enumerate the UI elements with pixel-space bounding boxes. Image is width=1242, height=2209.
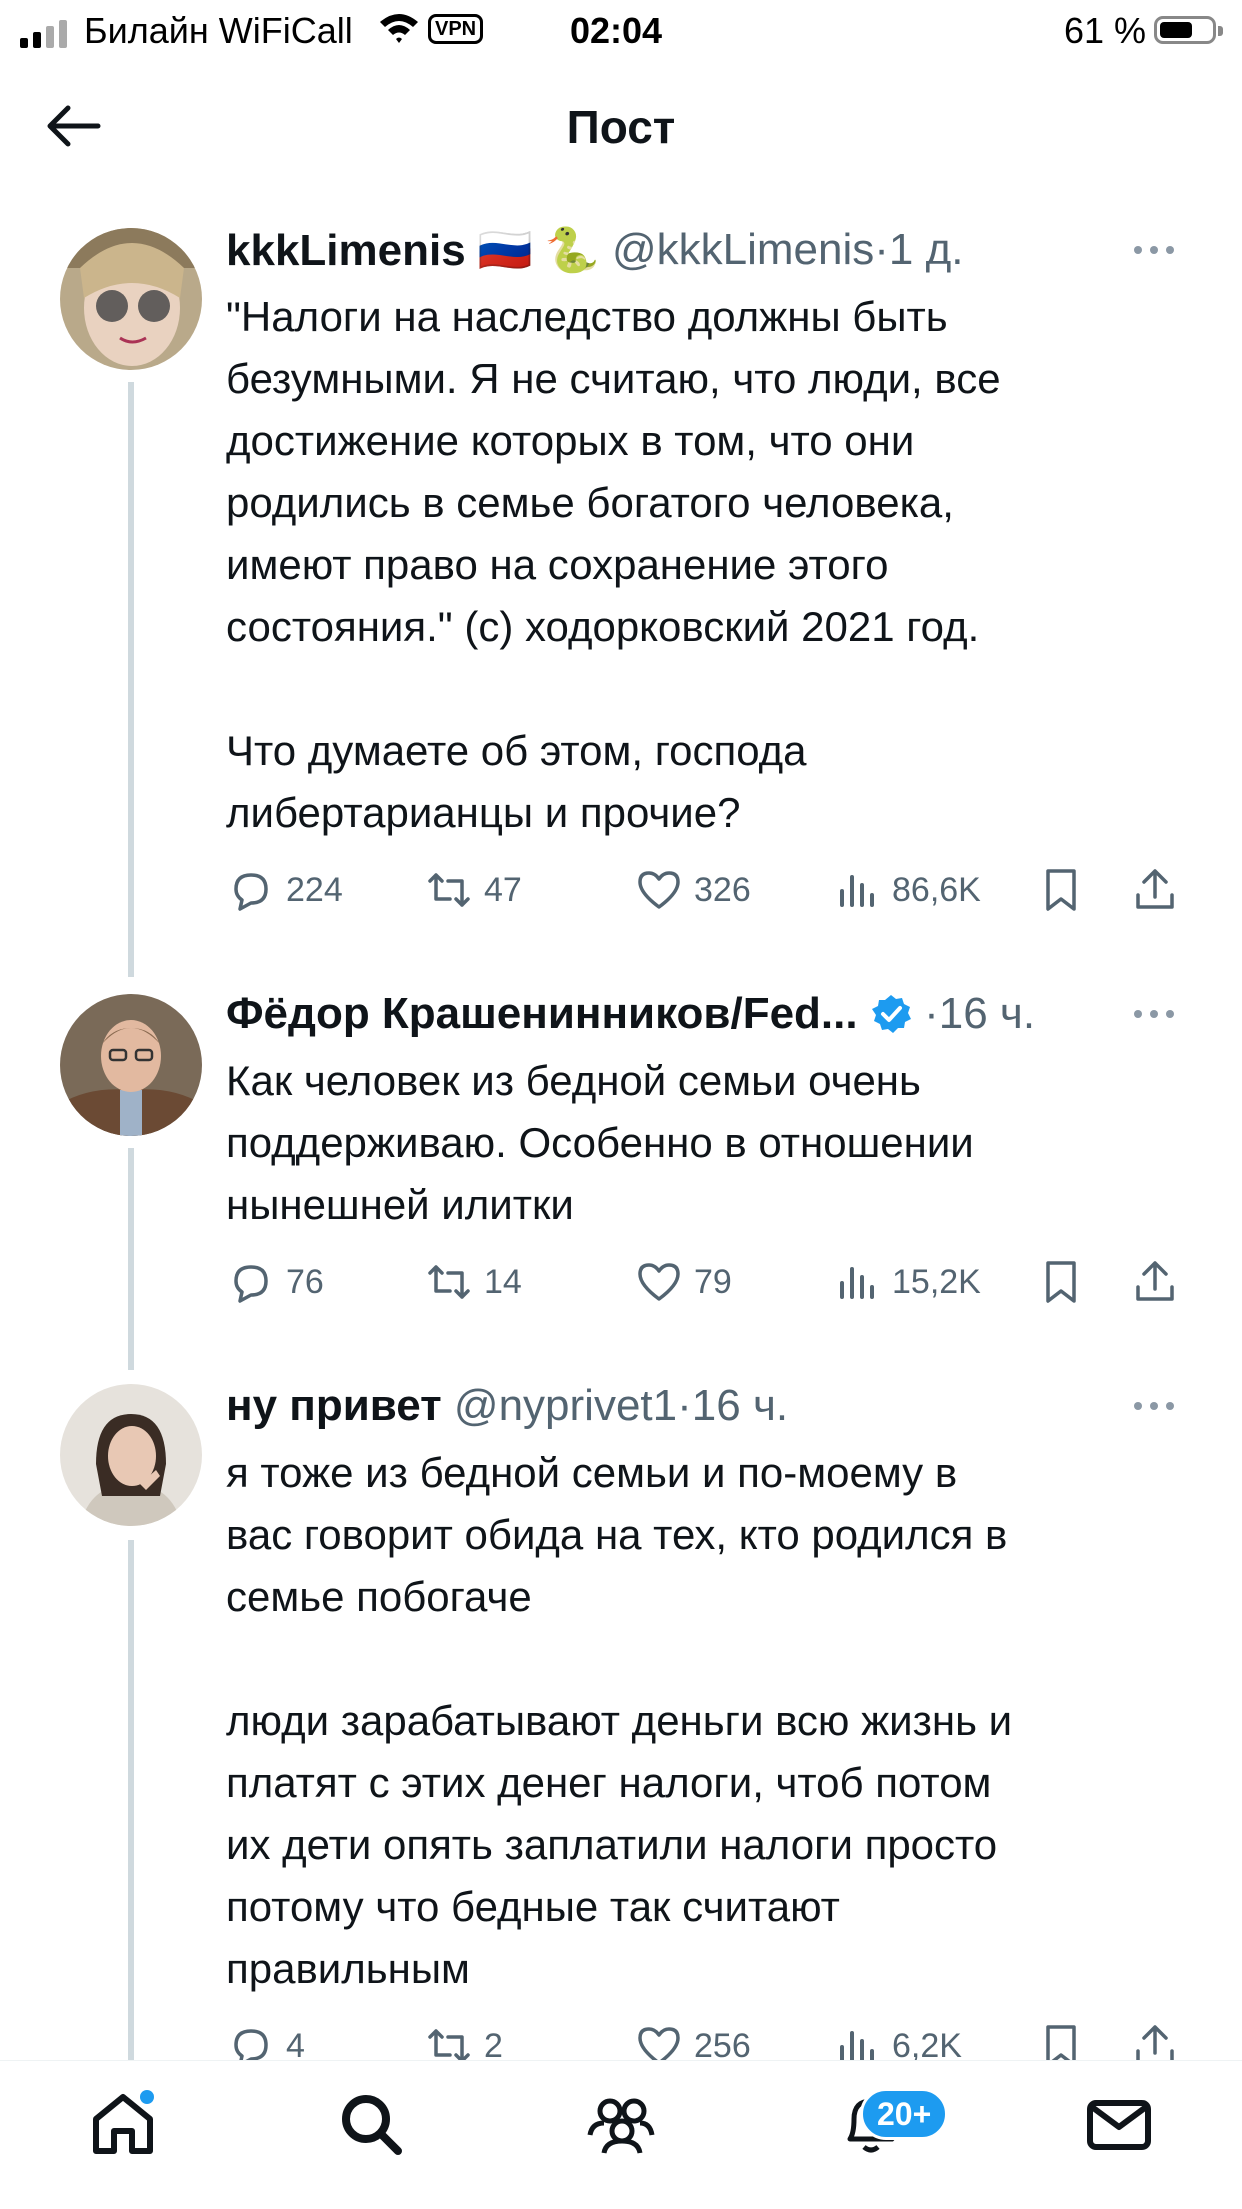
views-button[interactable]: 86,6K: [832, 860, 981, 920]
notifications-badge: 20+: [860, 2088, 949, 2140]
like-count: 326: [694, 870, 751, 909]
repost-count: 14: [484, 1262, 522, 1301]
like-button[interactable]: 79: [634, 1252, 732, 1312]
search-icon[interactable]: [336, 2089, 406, 2159]
status-bar: Билайн WiFiCall VPN 02:04 61 %: [0, 0, 1242, 62]
post[interactable]: ну привет @nyprivet1 · 16 ч. я тоже из б…: [0, 1376, 1242, 2060]
reply-count: 4: [286, 2026, 305, 2061]
reply-count: 76: [286, 1262, 324, 1301]
like-icon: [638, 871, 680, 909]
like-count: 79: [694, 1262, 732, 1301]
views-button[interactable]: 6,2K: [832, 2016, 962, 2060]
post-header: kkkLimenis 🇷🇺 🐍 @kkkLimenis · 1 д.: [226, 220, 963, 280]
more-icon[interactable]: [1132, 230, 1176, 270]
bookmark-button[interactable]: [1036, 2016, 1086, 2060]
page-title: Пост: [566, 101, 676, 153]
wifi-icon: [380, 14, 418, 43]
bookmark-button[interactable]: [1036, 1252, 1086, 1312]
messages-icon[interactable]: [1084, 2089, 1154, 2159]
repost-button[interactable]: 2: [424, 2016, 503, 2060]
more-icon[interactable]: [1132, 1386, 1176, 1426]
carrier-label: Билайн WiFiCall: [84, 10, 353, 51]
avatar[interactable]: [60, 1384, 202, 1526]
separator-dot: ·: [874, 225, 889, 274]
post-actions: 76 14 79 15,2K: [226, 1252, 1186, 1312]
like-button[interactable]: 326: [634, 860, 751, 920]
share-button[interactable]: [1130, 2016, 1180, 2060]
cell-signal-icon: [20, 18, 67, 48]
author-handle[interactable]: @nyprivet1: [454, 1381, 677, 1431]
battery-icon: [1154, 16, 1223, 44]
views-count: 6,2K: [892, 2026, 962, 2061]
views-icon: [840, 1267, 874, 1299]
reply-button[interactable]: 4: [226, 2016, 305, 2060]
bookmark-button[interactable]: [1036, 860, 1086, 920]
author-name[interactable]: ну привет: [226, 1381, 442, 1431]
like-button[interactable]: 256: [634, 2016, 751, 2060]
views-icon: [840, 2031, 874, 2060]
reply-button[interactable]: 224: [226, 860, 343, 920]
verified-badge-icon: [871, 995, 911, 1033]
author-handle[interactable]: @kkkLimenis: [612, 225, 874, 275]
communities-icon[interactable]: [586, 2089, 656, 2159]
avatar[interactable]: [60, 228, 202, 370]
repost-count: 2: [484, 2026, 503, 2061]
post-time: 16 ч.: [691, 1381, 789, 1430]
reply-icon: [234, 873, 268, 911]
reply-icon: [234, 2029, 268, 2060]
share-button[interactable]: [1130, 860, 1180, 920]
views-button[interactable]: 15,2K: [832, 1252, 981, 1312]
like-icon: [638, 2027, 680, 2060]
reply-icon: [234, 1265, 268, 1303]
bookmark-icon: [1046, 869, 1076, 911]
clock: 02:04: [570, 10, 663, 51]
author-name[interactable]: Фёдор Крашенинников/Fed...: [226, 989, 858, 1039]
like-count: 256: [694, 2026, 751, 2061]
post-actions: 4 2 256 6,2K: [226, 2016, 1186, 2060]
header: Пост: [0, 62, 1242, 192]
vpn-badge: VPN: [428, 14, 484, 44]
home-unread-dot: [140, 2090, 154, 2104]
views-count: 15,2K: [892, 1262, 981, 1301]
post-text: я тоже из бедной семьи и по-моему в вас …: [226, 1449, 1013, 1992]
post-time: 16 ч.: [938, 989, 1036, 1038]
post-header: Фёдор Крашенинников/Fed... · 16 ч.: [226, 984, 1035, 1044]
battery-percent: 61 %: [1064, 10, 1147, 51]
share-icon: [1136, 1261, 1174, 1301]
bookmark-icon: [1046, 1261, 1076, 1303]
post[interactable]: Фёдор Крашенинников/Fed... · 16 ч. Как ч…: [0, 984, 1242, 1364]
bottom-tab-bar: [0, 2060, 1242, 2209]
more-icon[interactable]: [1132, 994, 1176, 1034]
views-count: 86,6K: [892, 870, 981, 909]
repost-icon: [428, 1265, 470, 1299]
repost-button[interactable]: 47: [424, 860, 522, 920]
post-text: Как человек из бедной семьи очень поддер…: [226, 1057, 974, 1228]
post[interactable]: kkkLimenis 🇷🇺 🐍 @kkkLimenis · 1 д. "Нало…: [0, 220, 1242, 960]
repost-button[interactable]: 14: [424, 1252, 522, 1312]
reply-button[interactable]: 76: [226, 1252, 324, 1312]
share-icon: [1136, 869, 1174, 909]
separator-dot: ·: [677, 1381, 692, 1430]
reply-count: 224: [286, 870, 343, 909]
repost-icon: [428, 2029, 470, 2060]
like-icon: [638, 1263, 680, 1301]
views-icon: [840, 875, 874, 907]
share-icon: [1136, 2025, 1174, 2060]
post-header: ну привет @nyprivet1 · 16 ч.: [226, 1376, 788, 1436]
separator-dot: ·: [924, 989, 939, 1038]
post-actions: 224 47 326 86,6K: [226, 860, 1186, 920]
bookmark-icon: [1046, 2025, 1076, 2060]
author-name[interactable]: kkkLimenis 🇷🇺 🐍: [226, 224, 600, 276]
post-time: 1 д.: [888, 225, 964, 274]
avatar[interactable]: [60, 994, 202, 1136]
repost-icon: [428, 873, 470, 907]
post-text: "Налоги на наследство должны быть безумн…: [226, 293, 1001, 836]
repost-count: 47: [484, 870, 522, 909]
share-button[interactable]: [1130, 1252, 1180, 1312]
